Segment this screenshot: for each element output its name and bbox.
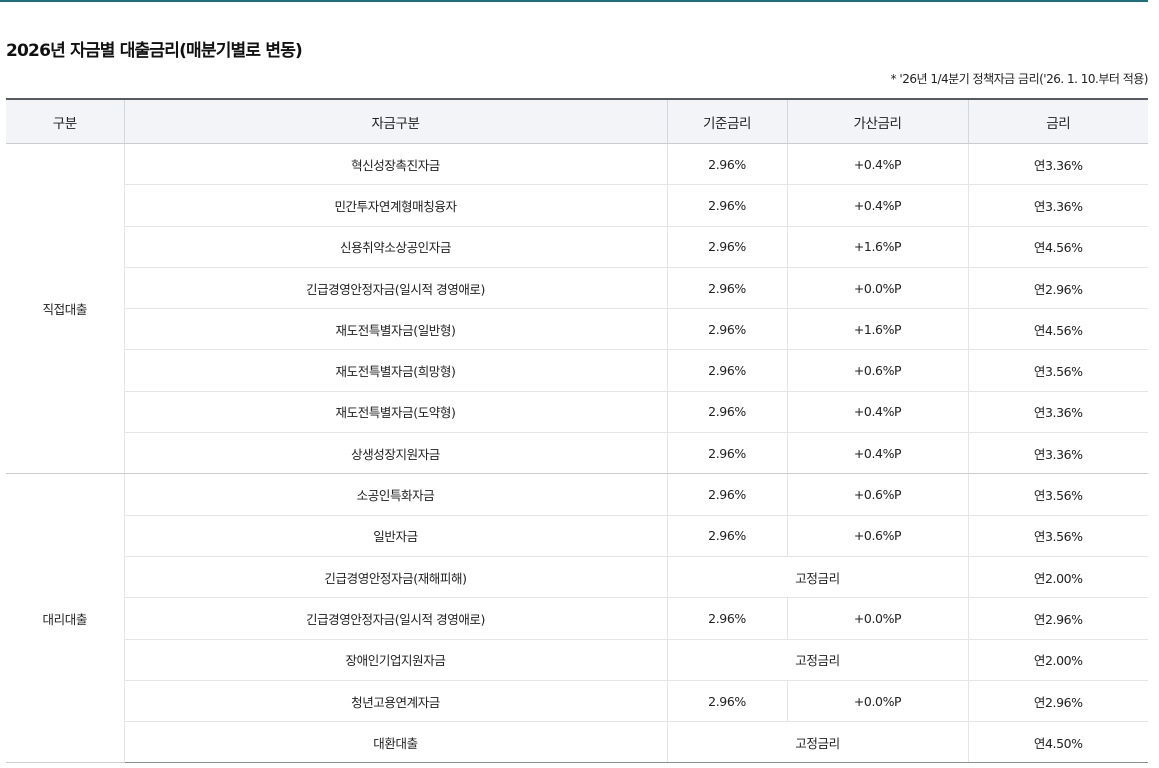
final-rate-cell: 연3.36% xyxy=(967,143,1148,186)
fixed-rate-cell: 고정금리 xyxy=(666,639,968,681)
table-row: 대환대출 고정금리 연4.50% xyxy=(6,721,1148,764)
table-row: 민간투자연계형매칭융자 2.96% +0.4%P 연3.36% xyxy=(6,184,1148,227)
table-row: 직접대출 혁신성장촉진자금 2.96% +0.4%P 연3.36% xyxy=(6,143,1148,475)
base-rate-cell: 2.96% xyxy=(666,184,787,227)
page-title: 2026년 자금별 대출금리(매분기별로 변동) xyxy=(6,41,303,61)
final-rate-cell: 연2.96% xyxy=(967,680,1148,723)
added-rate-cell: +1.6%P xyxy=(786,308,968,351)
final-rate-cell: 연2.00% xyxy=(967,639,1148,681)
final-rate-cell: 연2.96% xyxy=(967,267,1148,310)
final-rate-cell: 연3.36% xyxy=(967,432,1148,475)
fund-name-cell: 재도전특별자금(일반형) xyxy=(123,308,667,351)
header-added-rate: 가산금리 xyxy=(786,98,968,144)
base-rate-cell: 2.96% xyxy=(666,349,787,392)
table-row: 재도전특별자금(희망형) 2.96% +0.6%P 연3.56% xyxy=(6,349,1148,392)
table-row: 신용취약소상공인자금 2.96% +1.6%P 연4.56% xyxy=(6,226,1148,268)
base-rate-cell: 2.96% xyxy=(666,267,787,310)
table-row: 재도전특별자금(일반형) 2.96% +1.6%P 연4.56% xyxy=(6,308,1148,351)
fund-name-cell: 재도전특별자금(도약형) xyxy=(123,391,667,434)
added-rate-cell: +0.6%P xyxy=(786,515,968,557)
table-row: 긴급경영안정자금(일시적 경영애로) 2.96% +0.0%P 연2.96% xyxy=(6,267,1148,310)
table-row: 긴급경영안정자금(재해피해) 고정금리 연2.00% xyxy=(6,556,1148,599)
final-rate-cell: 연2.00% xyxy=(967,556,1148,599)
fund-name-cell: 긴급경영안정자금(일시적 경영애로) xyxy=(123,267,667,310)
base-rate-cell: 2.96% xyxy=(666,143,787,186)
header-base-rate: 기준금리 xyxy=(666,98,787,144)
table-row: 긴급경영안정자금(일시적 경영애로) 2.96% +0.0%P 연2.96% xyxy=(6,597,1148,640)
group-label: 대리대출 xyxy=(6,473,124,764)
final-rate-cell: 연3.56% xyxy=(967,515,1148,557)
top-accent-line xyxy=(0,0,1148,2)
final-rate-cell: 연3.36% xyxy=(967,391,1148,434)
header-category: 구분 xyxy=(6,98,124,144)
final-rate-cell: 연4.56% xyxy=(967,226,1148,268)
base-rate-cell: 2.96% xyxy=(666,473,787,516)
fund-name-cell: 청년고용연계자금 xyxy=(123,680,667,723)
added-rate-cell: +0.6%P xyxy=(786,473,968,516)
base-rate-cell: 2.96% xyxy=(666,515,787,557)
loan-rate-table: 구분 자금구분 기준금리 가산금리 금리 직접대출 혁신성장촉진자금 2.96% +0… xyxy=(6,98,1148,764)
rate-period-note: * '26년 1/4분기 정책자금 금리('26. 1. 10.부터 적용) xyxy=(890,72,1149,86)
table-row: 일반자금 2.96% +0.6%P 연3.56% xyxy=(6,515,1148,557)
added-rate-cell: +0.4%P xyxy=(786,391,968,434)
fixed-rate-cell: 고정금리 xyxy=(666,556,968,599)
added-rate-cell: +0.0%P xyxy=(786,597,968,640)
fund-name-cell: 대환대출 xyxy=(123,721,667,764)
fund-name-cell: 상생성장지원자금 xyxy=(123,432,667,475)
fund-name-cell: 민간투자연계형매칭융자 xyxy=(123,184,667,227)
fund-name-cell: 혁신성장촉진자금 xyxy=(123,143,667,186)
final-rate-cell: 연4.50% xyxy=(967,721,1148,764)
added-rate-cell: +0.0%P xyxy=(786,267,968,310)
header-fund-type: 자금구분 xyxy=(123,98,667,144)
table-row: 대리대출 소공인특화자금 2.96% +0.6%P 연3.56% xyxy=(6,473,1148,764)
header-rate: 금리 xyxy=(967,98,1148,144)
added-rate-cell: +1.6%P xyxy=(786,226,968,268)
added-rate-cell: +0.4%P xyxy=(786,184,968,227)
fund-name-cell: 신용취약소상공인자금 xyxy=(123,226,667,268)
added-rate-cell: +0.4%P xyxy=(786,432,968,475)
fund-name-cell: 긴급경영안정자금(일시적 경영애로) xyxy=(123,597,667,640)
final-rate-cell: 연4.56% xyxy=(967,308,1148,351)
base-rate-cell: 2.96% xyxy=(666,432,787,475)
added-rate-cell: +0.0%P xyxy=(786,680,968,723)
fund-name-cell: 장애인기업지원자금 xyxy=(123,639,667,681)
final-rate-cell: 연2.96% xyxy=(967,597,1148,640)
fund-name-cell: 재도전특별자금(희망형) xyxy=(123,349,667,392)
final-rate-cell: 연3.56% xyxy=(967,473,1148,516)
table-row: 재도전특별자금(도약형) 2.96% +0.4%P 연3.36% xyxy=(6,391,1148,434)
fund-name-cell: 긴급경영안정자금(재해피해) xyxy=(123,556,667,599)
final-rate-cell: 연3.56% xyxy=(967,349,1148,392)
table-row: 청년고용연계자금 2.96% +0.0%P 연2.96% xyxy=(6,680,1148,723)
group-label: 직접대출 xyxy=(6,143,124,475)
table-row: 상생성장지원자금 2.96% +0.4%P 연3.36% xyxy=(6,432,1148,475)
base-rate-cell: 2.96% xyxy=(666,226,787,268)
final-rate-cell: 연3.36% xyxy=(967,184,1148,227)
fixed-rate-cell: 고정금리 xyxy=(666,721,968,764)
base-rate-cell: 2.96% xyxy=(666,680,787,723)
added-rate-cell: +0.6%P xyxy=(786,349,968,392)
table-header-row: 구분 자금구분 기준금리 가산금리 금리 xyxy=(6,98,1148,144)
table-row: 장애인기업지원자금 고정금리 연2.00% xyxy=(6,639,1148,681)
base-rate-cell: 2.96% xyxy=(666,391,787,434)
base-rate-cell: 2.96% xyxy=(666,597,787,640)
fund-name-cell: 일반자금 xyxy=(123,515,667,557)
fund-name-cell: 소공인특화자금 xyxy=(123,473,667,516)
added-rate-cell: +0.4%P xyxy=(786,143,968,186)
base-rate-cell: 2.96% xyxy=(666,308,787,351)
table-body: 직접대출 혁신성장촉진자금 2.96% +0.4%P 연3.36% 민간투자연계형매칭융자… xyxy=(6,143,1148,764)
